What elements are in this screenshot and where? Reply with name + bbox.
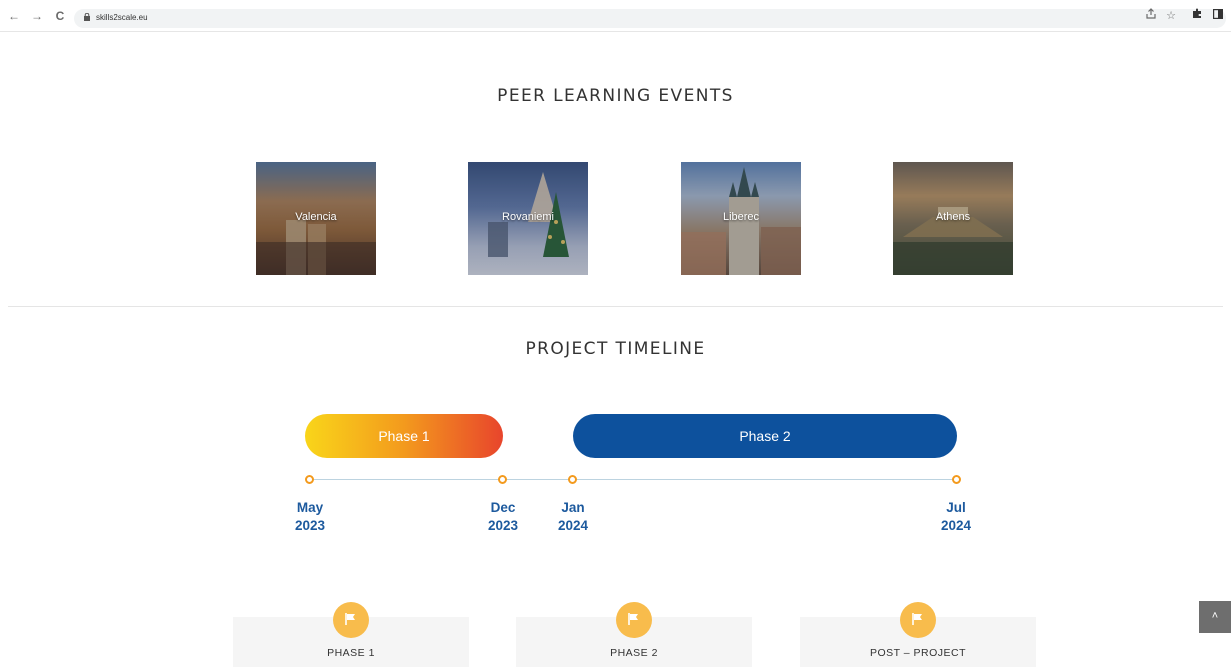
flag-icon xyxy=(900,602,936,638)
phase-1-pill[interactable]: Phase 1 xyxy=(305,414,503,458)
section-divider xyxy=(8,306,1223,307)
reload-icon[interactable]: C xyxy=(52,8,68,24)
city-label: Athens xyxy=(935,211,971,223)
star-icon[interactable]: ☆ xyxy=(1163,8,1179,24)
sidepanel-icon[interactable] xyxy=(1210,8,1226,24)
address-bar[interactable]: skills2scale.eu xyxy=(74,9,1226,28)
browser-toolbar: ← → C skills2scale.eu ☆ xyxy=(0,0,1231,32)
flag-icon xyxy=(333,602,369,638)
puzzle-icon[interactable] xyxy=(1189,8,1205,24)
share-icon[interactable] xyxy=(1143,8,1159,24)
timeline-dot xyxy=(952,475,961,484)
flag-icon xyxy=(616,602,652,638)
city-label: Rovaniemi xyxy=(502,211,554,223)
timeline-line xyxy=(309,479,957,480)
stage-label: PHASE 2 xyxy=(610,647,658,659)
forward-icon[interactable]: → xyxy=(29,8,45,24)
timeline-date-may-2023: May 2023 xyxy=(294,500,326,533)
timeline-date-jan-2024: Jan 2024 xyxy=(557,500,589,533)
city-card-rovaniemi[interactable]: Rovaniemi xyxy=(468,162,588,275)
stage-label: POST – PROJECT xyxy=(869,647,967,659)
city-card-valencia[interactable]: Valencia xyxy=(256,162,376,275)
project-timeline-title: PROJECT TIMELINE xyxy=(525,339,706,359)
timeline-dot xyxy=(498,475,507,484)
timeline-dot xyxy=(305,475,314,484)
stage-label: PHASE 1 xyxy=(327,647,375,659)
back-icon[interactable]: ← xyxy=(6,8,22,24)
timeline-date-jul-2024: Jul 2024 xyxy=(940,500,972,533)
city-label: Liberec xyxy=(722,211,760,223)
url-text: skills2scale.eu xyxy=(96,13,148,22)
phase-2-pill[interactable]: Phase 2 xyxy=(573,414,957,458)
city-card-liberec[interactable]: Liberec xyxy=(681,162,801,275)
timeline-date-dec-2023: Dec 2023 xyxy=(487,500,519,533)
lock-icon xyxy=(84,13,90,21)
city-label: Valencia xyxy=(295,211,337,223)
peer-learning-title: PEER LEARNING EVENTS xyxy=(497,86,734,106)
timeline-dot xyxy=(568,475,577,484)
city-card-athens[interactable]: Athens xyxy=(893,162,1013,275)
back-to-top-button[interactable]: ˄ xyxy=(1199,601,1231,633)
chevron-up-icon: ˄ xyxy=(1211,610,1219,622)
